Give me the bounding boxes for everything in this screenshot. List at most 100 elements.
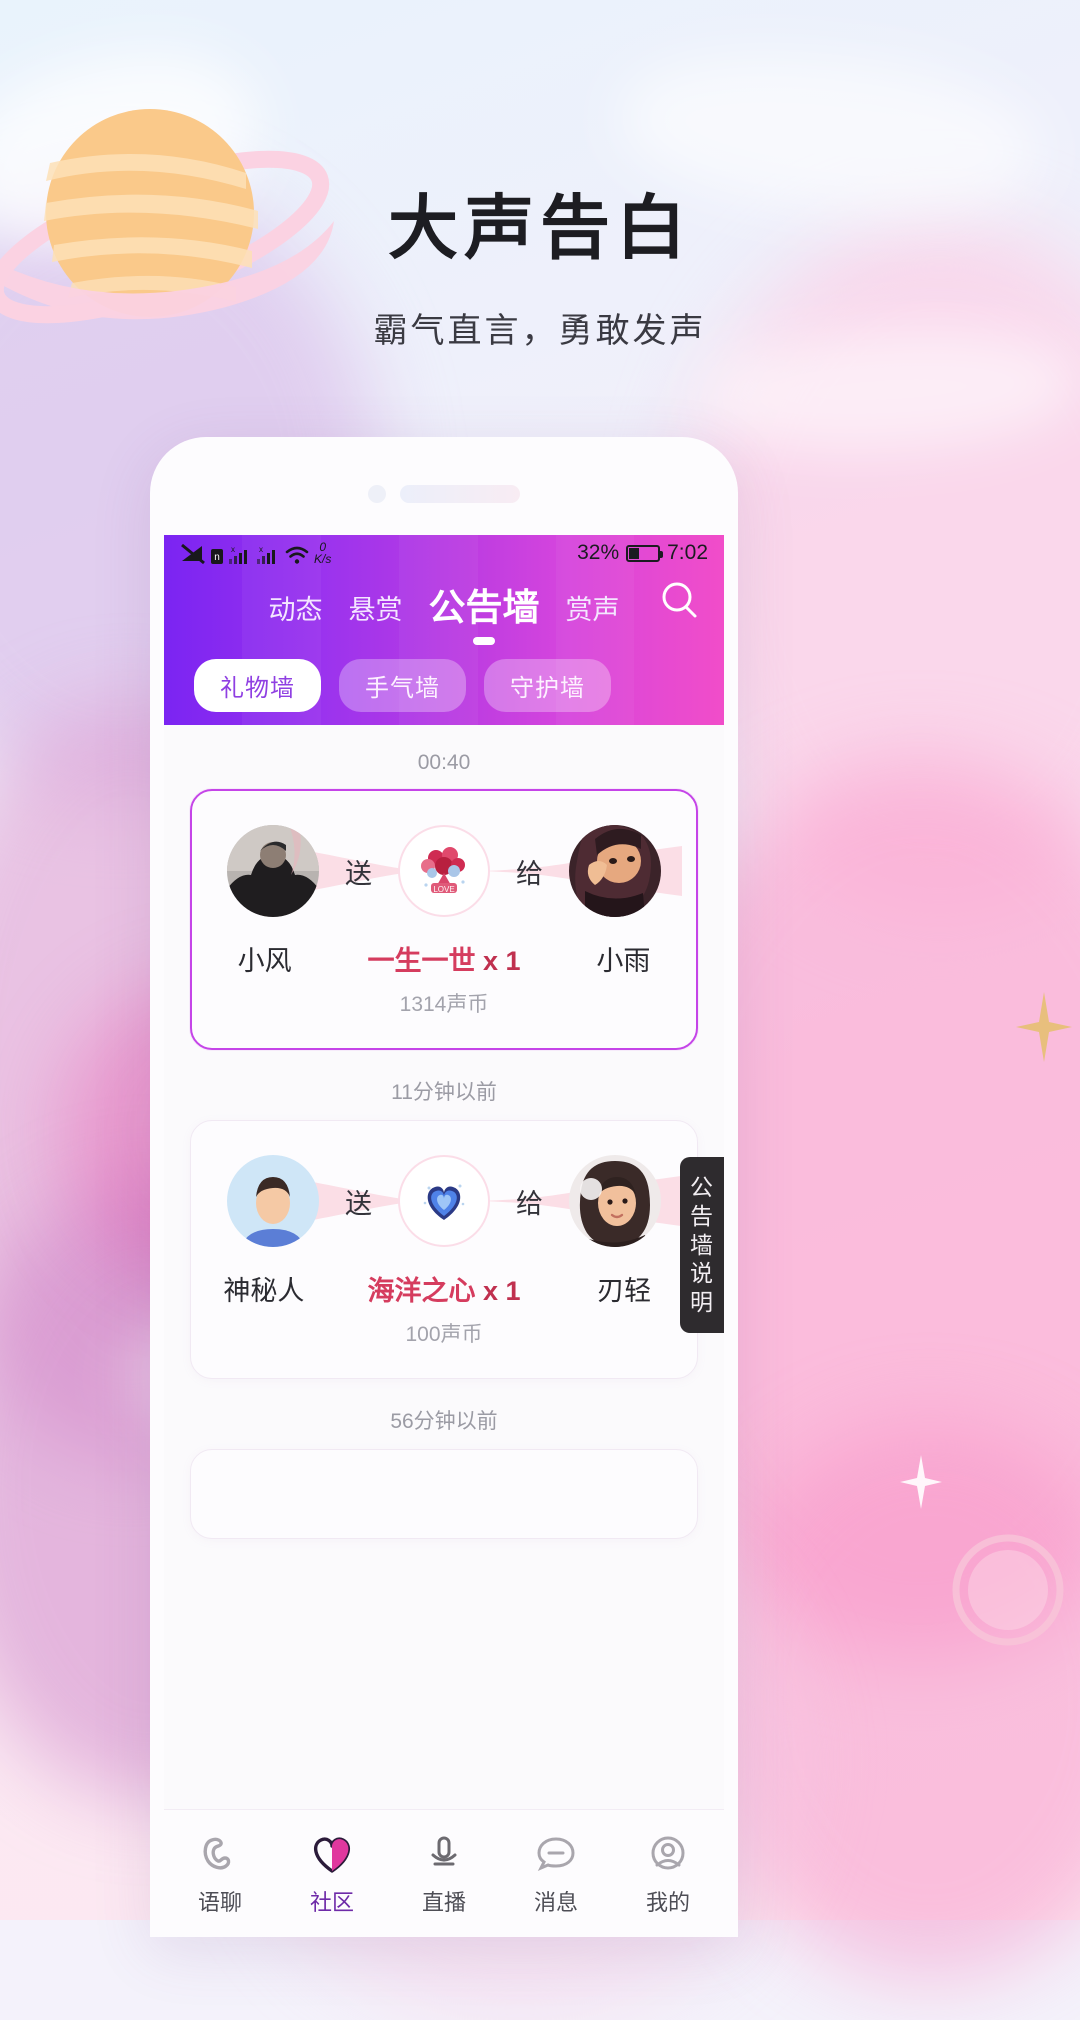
receiver-name: 刃轻: [597, 1276, 652, 1306]
receiver-name: 小雨: [596, 946, 651, 976]
poster-headline-block: 大声告白 霸气直言，勇敢发声: [0, 190, 1080, 352]
gift-name-line: 海洋之心 x 1: [337, 1269, 551, 1308]
svg-text:n: n: [214, 552, 220, 563]
sidetab-char: 墙: [690, 1231, 714, 1258]
nav-item-shequ[interactable]: 社区: [276, 1831, 388, 1917]
earpiece-speaker: [400, 485, 520, 503]
verb-to: 给: [516, 1188, 543, 1219]
network-speed: 0 K/s: [314, 541, 331, 565]
header-tab-row: 动态 悬赏 公告墙 赏声: [164, 571, 724, 633]
sender-avatar[interactable]: [227, 1155, 319, 1247]
decorative-circle-icon: [952, 1534, 1064, 1646]
wifi-icon: [285, 546, 309, 564]
gift-detail-row: 神秘人 海洋之心 x 1 100声币 刃轻: [191, 1269, 697, 1348]
sidetab-char: 明: [690, 1289, 714, 1315]
chip-shouhuqiang[interactable]: 守护墙: [484, 659, 611, 712]
bottom-navigation-bar: 语聊 社区 直播 消息 我的: [164, 1809, 724, 1937]
phone-notch: [150, 483, 738, 505]
heart-icon: [313, 1836, 351, 1873]
announcement-wall-help-tab[interactable]: 公 告 墙 说 明: [680, 1157, 724, 1333]
gift-cost: 100声币: [405, 1323, 483, 1346]
feed-timestamp: 56分钟以前: [390, 1410, 498, 1433]
voice-call-icon: [203, 1837, 231, 1869]
nav-label: 直播: [421, 1889, 466, 1915]
receiver-avatar[interactable]: [569, 825, 661, 917]
verb-send: 送: [345, 858, 372, 889]
verb-to: 给: [516, 858, 543, 889]
feed-timestamp: 00:40: [417, 751, 471, 774]
gift-icon-circle[interactable]: [398, 1155, 490, 1247]
nav-item-wode[interactable]: 我的: [612, 1831, 724, 1917]
status-bar: n x x 0 K/s 32% 7:02: [164, 535, 724, 571]
battery-percent-label: 32%: [577, 541, 620, 564]
phone-mockup: n x x 0 K/s 32% 7:02 动态 悬赏 公告墙 赏声 礼物墙 手气…: [150, 437, 738, 1937]
gift-heart-icon: [423, 1184, 465, 1220]
gift-flow-row: 送 LOVE 给: [192, 825, 696, 917]
nav-item-zhibo[interactable]: 直播: [388, 1831, 500, 1917]
svg-text:x: x: [259, 545, 263, 554]
sparkle-icon: [900, 1455, 942, 1509]
sender-avatar[interactable]: [227, 825, 319, 917]
profile-icon: [651, 1836, 685, 1869]
tab-shangsheng[interactable]: 赏声: [566, 588, 620, 633]
signal-off-icon: [181, 543, 205, 565]
chip-liwuqiang[interactable]: 礼物墙: [194, 659, 321, 712]
gift-quantity: x 1: [482, 946, 521, 976]
tab-xuanshang[interactable]: 悬赏: [349, 588, 403, 633]
poster-headline: 大声告白: [388, 189, 692, 267]
gift-name: 一生一世: [367, 946, 476, 976]
sender-name: 小风: [237, 946, 292, 976]
tab-dongtai[interactable]: 动态: [269, 588, 323, 633]
avatar-default-man: [227, 1155, 319, 1247]
gift-quantity: x 1: [482, 1276, 521, 1306]
app-header: n x x 0 K/s 32% 7:02 动态 悬赏 公告墙 赏声 礼物墙 手气…: [164, 535, 724, 725]
gift-name-line: 一生一世 x 1: [337, 939, 551, 978]
phone-screen: n x x 0 K/s 32% 7:02 动态 悬赏 公告墙 赏声 礼物墙 手气…: [164, 535, 724, 1937]
gift-bouquet-icon: LOVE: [421, 847, 465, 894]
gift-icon-circle[interactable]: LOVE: [398, 825, 490, 917]
sparkle-icon: [1016, 992, 1072, 1062]
nav-label: 语聊: [197, 1889, 242, 1915]
nav-label: 消息: [533, 1889, 578, 1915]
announcement-feed: 00:40 送 LOVE 给 小风 一生一世 x 1 1314声币 小雨 11分…: [164, 751, 724, 1549]
gift-cost: 1314声币: [399, 993, 489, 1016]
svg-text:x: x: [231, 545, 235, 554]
microphone-icon: [431, 1836, 457, 1865]
gift-announcement-card[interactable]: 送 给 神秘人 海洋之心 x 1 100声币 刃轻: [190, 1120, 698, 1379]
verb-send: 送: [345, 1188, 372, 1219]
message-icon: [537, 1836, 575, 1871]
sidetab-char: 告: [690, 1202, 714, 1229]
sender-name: 神秘人: [223, 1276, 305, 1306]
search-icon: [662, 582, 697, 618]
gift-name: 海洋之心: [367, 1276, 476, 1306]
clock-label: 7:02: [667, 541, 708, 564]
feed-timestamp: 11分钟以前: [391, 1081, 497, 1104]
avatar-photo-man: [227, 825, 319, 917]
chip-shouqiqiang[interactable]: 手气墙: [339, 659, 466, 712]
svg-text:LOVE: LOVE: [433, 885, 454, 894]
poster-subheadline: 霸气直言，勇敢发声: [373, 312, 707, 350]
network-speed-unit: K/s: [314, 552, 332, 566]
wall-filter-chips: 礼物墙 手气墙 守护墙: [164, 633, 724, 712]
gift-flow-row: 送 给: [191, 1155, 697, 1247]
sidetab-char: 公: [690, 1174, 714, 1200]
nav-item-xiaoxi[interactable]: 消息: [500, 1831, 612, 1917]
search-button[interactable]: [656, 577, 702, 623]
data-icon: n: [211, 549, 223, 564]
nav-label: 我的: [645, 1889, 690, 1915]
gift-info: 一生一世 x 1 1314声币: [337, 939, 551, 1018]
nav-label: 社区: [309, 1889, 354, 1915]
gift-announcement-card-partial[interactable]: [190, 1449, 698, 1539]
sidetab-char: 说: [690, 1260, 714, 1287]
gift-detail-row: 小风 一生一世 x 1 1314声币 小雨: [192, 939, 696, 1018]
signal-bars-1-icon: x: [229, 545, 247, 564]
tab-gonggaoqiang[interactable]: 公告墙: [429, 577, 540, 633]
avatar-photo-woman: [569, 825, 661, 917]
gift-info: 海洋之心 x 1 100声币: [337, 1269, 551, 1348]
gift-announcement-card[interactable]: 送 LOVE 给 小风 一生一世 x 1 1314声币 小雨: [190, 789, 698, 1050]
receiver-avatar[interactable]: [569, 1155, 661, 1247]
battery-icon: [626, 544, 664, 562]
front-camera-icon: [368, 485, 386, 503]
nav-item-yuliao[interactable]: 语聊: [164, 1831, 276, 1917]
signal-bars-2-icon: x: [257, 545, 275, 564]
